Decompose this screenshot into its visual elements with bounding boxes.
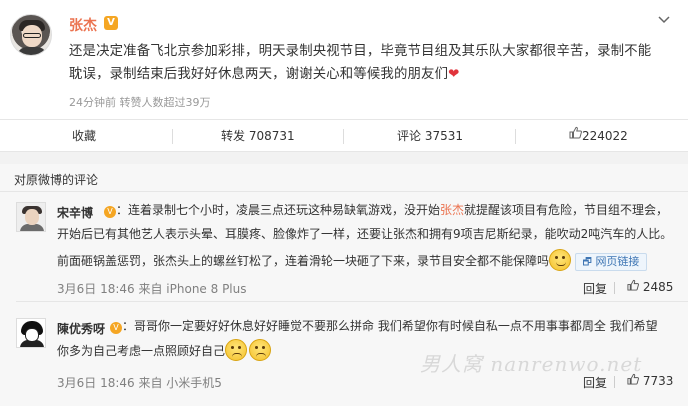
heart-icon: ❤ bbox=[448, 67, 460, 82]
author-name[interactable]: 张杰 bbox=[69, 15, 97, 35]
comment-text-segment: 你多为自己考虑一点照顾好自己 bbox=[57, 344, 226, 358]
link-icon: 🗗 bbox=[582, 257, 592, 268]
divider bbox=[0, 191, 688, 192]
verified-badge: V bbox=[104, 16, 118, 30]
comments-section: 对原微博的评论 宋辛博 V ：连着录制七个小时，凌晨三点还玩这种易缺氧游戏，没开… bbox=[0, 164, 688, 406]
repost-button[interactable]: 转发 708731 bbox=[221, 120, 295, 153]
comments-title: 对原微博的评论 bbox=[14, 173, 99, 187]
comment-button[interactable]: 评论 37531 bbox=[397, 120, 463, 153]
vip-badge: V bbox=[110, 322, 122, 334]
like-button[interactable]: 224022 bbox=[569, 120, 628, 153]
web-link-label: 网页链接 bbox=[595, 255, 640, 268]
comment-text-segment: 就提醒该项目有危险，节目组不理会， bbox=[464, 203, 669, 217]
web-link[interactable]: 🗗 网页链接 bbox=[575, 253, 647, 271]
commenter-name[interactable]: 陳优秀呀 bbox=[57, 320, 105, 337]
comment-text-line-2: 开始后已有其他艺人表示头晕、耳膜疼、脸像炸了一样，还要让张杰和拥有9项吉尼斯纪录… bbox=[57, 227, 673, 241]
comment-text-line-3: 前面砸锅盖惩罚，张杰头上的螺丝钉松了，连着滑轮一块砸了下来，录节目安全都不能保障… bbox=[57, 248, 577, 273]
post-text-line-1: 还是决定准备飞北京参加彩排，明天录制央视节目，毕竟节目组及其乐队大家都很辛苦，录… bbox=[69, 44, 652, 59]
original-post: 张杰 V 还是决定准备飞北京参加彩排，明天录制央视节目，毕竟节目组及其乐队大家都… bbox=[0, 0, 688, 118]
comment-like-count: 7733 bbox=[642, 374, 674, 388]
watermark: 男人窝 nanrenwo.net bbox=[420, 352, 643, 376]
smile-emoji-icon bbox=[549, 248, 572, 271]
commenter-name[interactable]: 宋辛博 bbox=[57, 204, 93, 221]
favorite-button[interactable]: 收藏 bbox=[72, 120, 96, 153]
divider bbox=[614, 282, 615, 294]
post-text: 还是决定准备飞北京参加彩排，明天录制央视节目，毕竟节目组及其乐队大家都很辛苦，录… bbox=[69, 40, 674, 86]
comment-meta: 3月6日 18:46 来自 iPhone 8 Plus bbox=[57, 282, 247, 296]
like-count: 224022 bbox=[582, 129, 628, 143]
comment-like-button[interactable]: 2485 bbox=[627, 279, 674, 295]
mention-link[interactable]: 张杰 bbox=[440, 203, 464, 217]
divider bbox=[614, 376, 615, 388]
section-gap bbox=[0, 152, 688, 164]
comment-like-count: 2485 bbox=[642, 280, 674, 294]
comment-text-segment: 前面砸锅盖惩罚，张杰头上的螺丝钉松了，连着滑轮一块砸了下来，录节目安全都不能保障… bbox=[57, 254, 550, 268]
thumbs-up-icon bbox=[569, 119, 582, 152]
post-text-line-2: 耽误，录制结束后我好好休息两天，谢谢关心和等候我的朋友们 bbox=[69, 67, 449, 82]
divider bbox=[16, 301, 688, 302]
comment-text-line-2: 你多为自己考虑一点照顾好自己 bbox=[57, 338, 357, 363]
comment-text-segment: ：连着录制七个小时，凌晨三点还玩这种易缺氧游戏，没开始 bbox=[116, 203, 441, 217]
comment-text: ：哥哥你一定要好好休息好好睡觉不要那么拼命 我们希望你有时候自私一点不用事事都周… bbox=[122, 319, 658, 333]
sad-emoji-icon bbox=[225, 338, 248, 361]
comment-meta: 3月6日 18:46 来自 小米手机5 bbox=[57, 376, 222, 390]
post-action-bar: 收藏 转发 708731 评论 37531 224022 bbox=[0, 119, 688, 152]
commenter-avatar[interactable] bbox=[16, 202, 46, 232]
commenter-avatar[interactable] bbox=[16, 318, 46, 348]
post-meta: 24分钟前 转赞人数超过39万 bbox=[69, 96, 211, 109]
sad-emoji-icon bbox=[249, 338, 272, 361]
thumbs-up-icon bbox=[627, 279, 639, 294]
vip-badge: V bbox=[104, 206, 116, 218]
comment-text: ：连着录制七个小时，凌晨三点还玩这种易缺氧游戏，没开始张杰就提醒该项目有危险，节… bbox=[116, 198, 676, 222]
chevron-down-icon[interactable] bbox=[658, 12, 670, 28]
author-avatar[interactable] bbox=[10, 14, 52, 56]
reply-button[interactable]: 回复 bbox=[583, 280, 607, 297]
